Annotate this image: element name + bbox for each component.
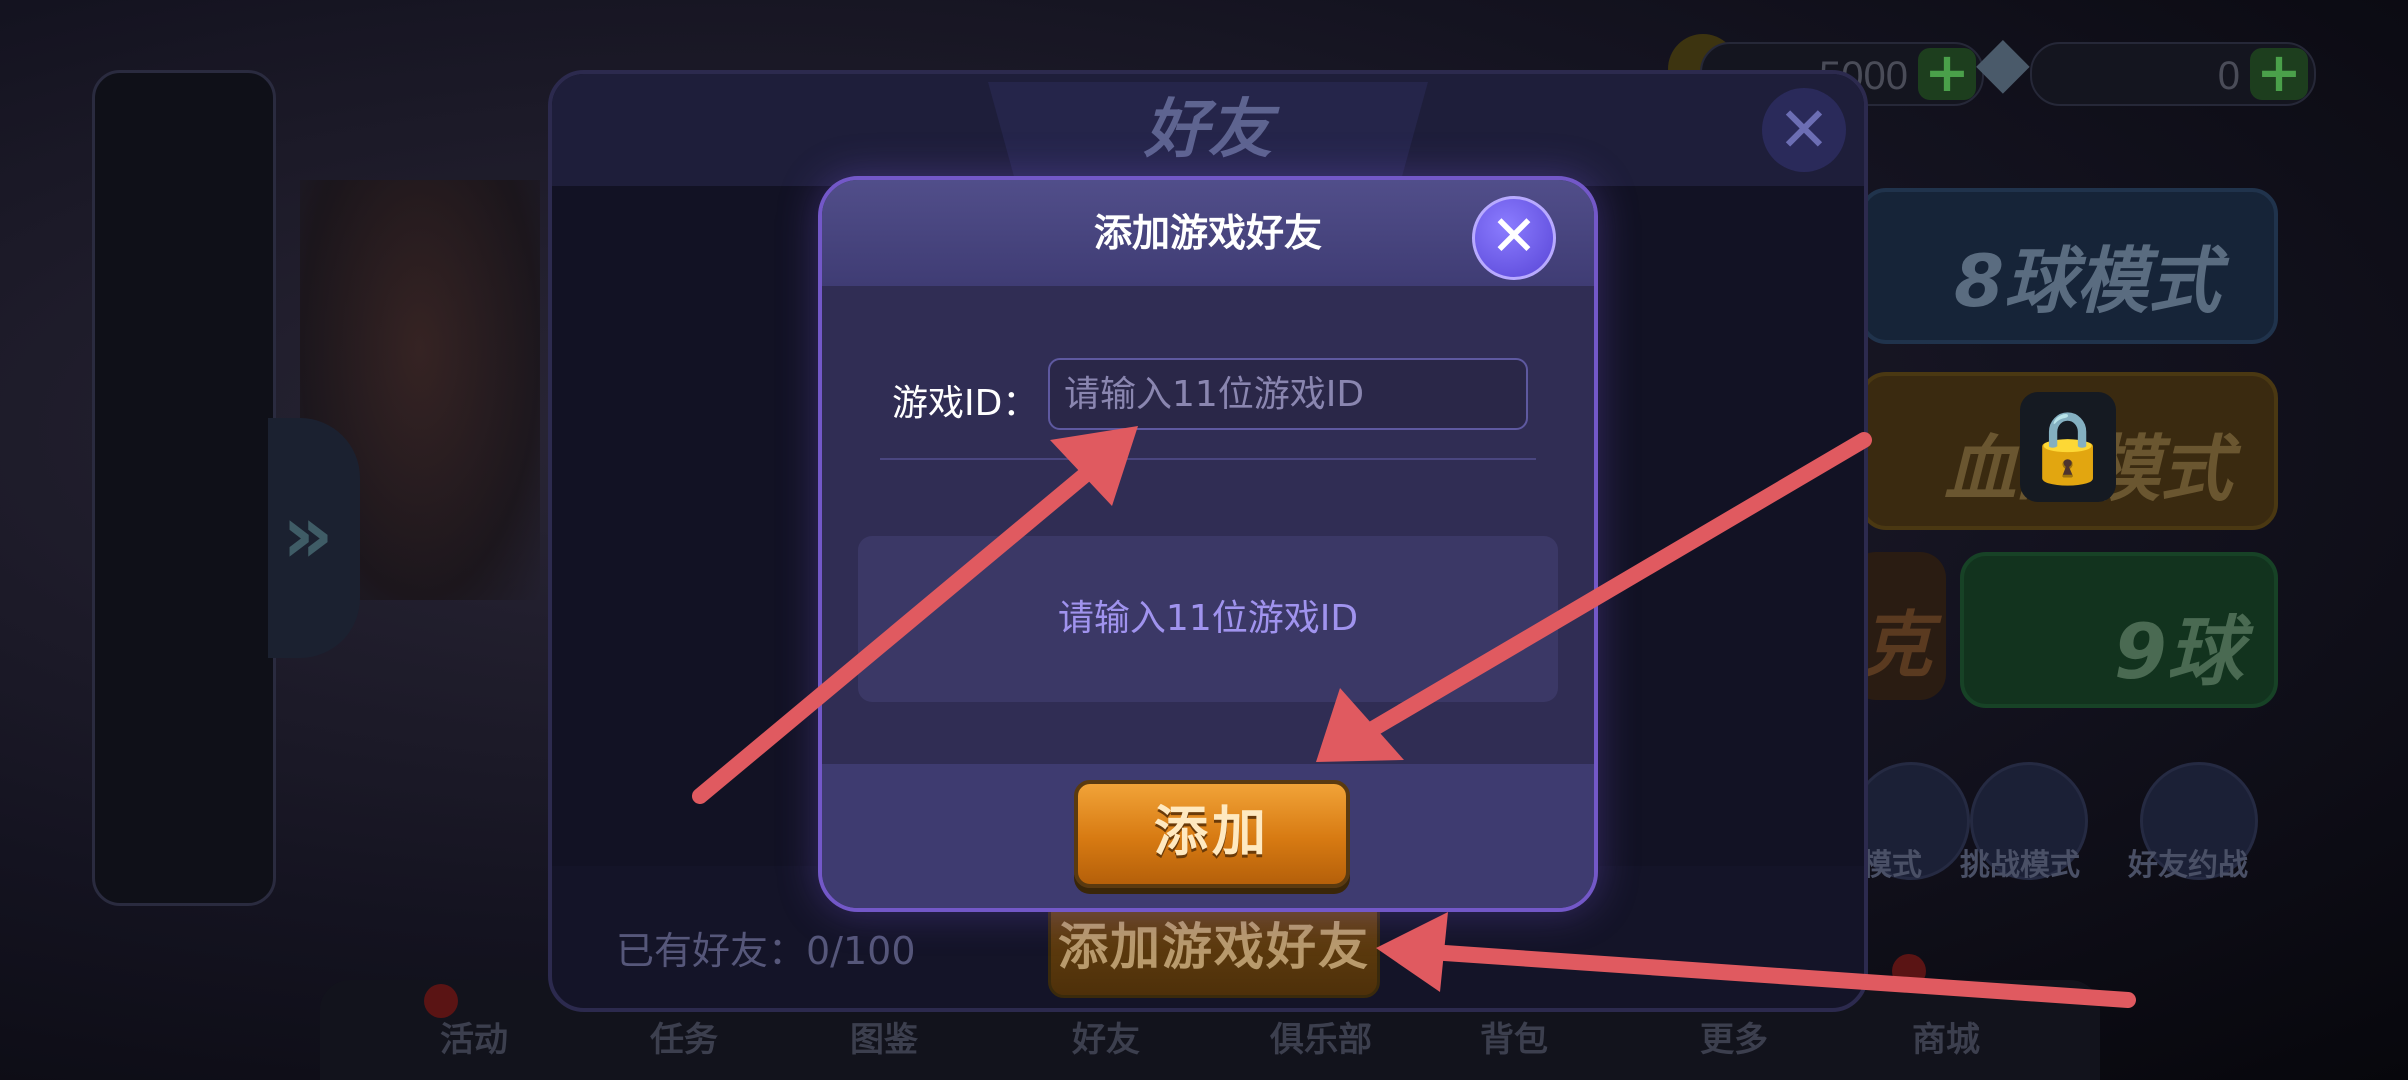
- game-lobby-scene: » 5000 + ◆ 0 + 8球模式 血战模式 🔒 克 9球 模式 挑战模式 …: [0, 0, 2408, 1080]
- notification-dot: [1892, 954, 1926, 988]
- nine-ball-mode-card[interactable]: 9球: [1960, 552, 2278, 708]
- nav-item-tasks[interactable]: 任务: [650, 1012, 718, 1061]
- side-expand-tab[interactable]: »: [268, 418, 360, 658]
- eight-ball-mode-card[interactable]: 8球模式: [1860, 188, 2278, 344]
- hint-text: 请输入11位游戏ID: [1057, 598, 1359, 639]
- close-icon: ✕: [1490, 204, 1538, 269]
- nav-item-activity[interactable]: 活动: [440, 1012, 508, 1061]
- divider: [880, 458, 1536, 460]
- friend-battle-label: 好友约战: [2128, 848, 2248, 883]
- close-icon: ✕: [1778, 93, 1830, 166]
- add-game-friend-label: 添加游戏好友: [1058, 918, 1370, 976]
- add-friend-dialog: 添加游戏好友 ✕ 游戏ID： 请输入11位游戏ID 添加: [818, 176, 1598, 912]
- friends-panel-header: 好友 ✕: [552, 74, 1864, 186]
- game-id-input[interactable]: [1048, 358, 1528, 430]
- friends-title-plate: 好友: [988, 82, 1428, 178]
- add-button[interactable]: 添加: [1074, 780, 1350, 888]
- nav-item-shop[interactable]: 商城: [1912, 1012, 1980, 1061]
- nine-ball-mode-label: 9球: [2114, 607, 2243, 696]
- dialog-header: 添加游戏好友 ✕: [822, 180, 1594, 286]
- dialog-close-button[interactable]: ✕: [1472, 196, 1556, 280]
- friends-panel-title: 好友: [1144, 93, 1272, 167]
- add-button-label: 添加: [1154, 800, 1270, 863]
- nav-item-bag[interactable]: 背包: [1480, 1012, 1548, 1061]
- mode-round-label: 模式: [1862, 848, 1922, 883]
- diamond-amount: 0: [2217, 54, 2240, 98]
- lock-icon: 🔒: [2020, 392, 2116, 502]
- k-mode-label: 克: [1860, 603, 1933, 687]
- game-id-label: 游戏ID：: [892, 383, 1039, 424]
- add-coins-button[interactable]: +: [1918, 46, 1976, 100]
- double-chevron-icon: »: [282, 488, 334, 581]
- hint-box: 请输入11位游戏ID: [858, 536, 1558, 702]
- add-diamonds-button[interactable]: +: [2250, 46, 2308, 100]
- nav-item-friends[interactable]: 好友: [1072, 1012, 1140, 1061]
- challenge-mode-label: 挑战模式: [1960, 848, 2080, 883]
- nav-item-club[interactable]: 俱乐部: [1270, 1012, 1372, 1061]
- left-side-panel: [92, 70, 276, 906]
- notification-dot: [424, 984, 458, 1018]
- friend-count: 已有好友：0/100: [616, 929, 916, 973]
- diamond-balance: 0 +: [2030, 42, 2316, 106]
- friends-close-button[interactable]: ✕: [1762, 88, 1846, 172]
- eight-ball-mode-label: 8球模式: [1954, 239, 2221, 323]
- nav-item-more[interactable]: 更多: [1700, 1012, 1768, 1061]
- nav-item-collection[interactable]: 图鉴: [850, 1012, 918, 1061]
